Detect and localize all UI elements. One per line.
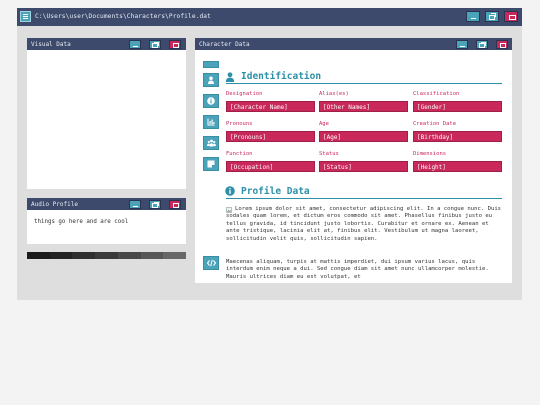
menu-icon[interactable] — [20, 11, 31, 22]
audio-profile-header: Audio Profile — [27, 198, 186, 210]
window-titlebar: C:\Users\user\Documents\Characters\Profi… — [17, 8, 522, 26]
maximize-button[interactable] — [485, 11, 499, 22]
sidebar-tab-code[interactable] — [203, 256, 219, 270]
window-title: C:\Users\user\Documents\Characters\Profi… — [35, 13, 211, 20]
field-label-alias: Alias(es) — [319, 91, 349, 97]
profile-data-divider — [226, 198, 502, 199]
audio-maximize-button[interactable] — [149, 200, 161, 209]
visual-data-title: Visual Data — [31, 40, 71, 48]
field-label-status: Status — [319, 151, 339, 157]
group-icon — [207, 139, 216, 147]
field-value-age[interactable]: [Age] — [319, 131, 408, 142]
field-value-dimensions[interactable]: [Height] — [413, 161, 502, 172]
field-value-function[interactable]: [Occupation] — [226, 161, 315, 172]
audio-minimize-button[interactable] — [129, 200, 141, 209]
visual-close-button[interactable] — [169, 40, 181, 49]
sticky-note-icon — [207, 160, 215, 168]
field-label-function: Function — [226, 151, 253, 157]
character-maximize-button[interactable] — [476, 40, 488, 49]
profile-paragraph-1-text: Lorem ipsum dolor sit amet, consectetur … — [226, 206, 502, 242]
color-swatch-strip — [27, 252, 187, 259]
profile-paragraph-2: Maecenas aliquam, turpis at mattis imper… — [226, 259, 489, 280]
close-button[interactable] — [504, 11, 518, 22]
character-close-button[interactable] — [496, 40, 508, 49]
field-value-classification[interactable]: [Gender] — [413, 101, 502, 112]
sidebar-tab-relations[interactable] — [203, 136, 219, 150]
color-swatch-4[interactable] — [95, 252, 118, 259]
visual-data-header: Visual Data — [27, 38, 186, 50]
person-icon — [208, 76, 214, 84]
character-data-title: Character Data — [199, 40, 250, 48]
field-label-designation: Designation — [226, 91, 263, 97]
identification-divider — [226, 83, 502, 84]
character-data-panel: Character Data Identification Designatio… — [195, 38, 512, 283]
field-label-dimensions: Dimensions — [413, 151, 447, 157]
visual-minimize-button[interactable] — [129, 40, 141, 49]
field-label-creation-date: Creation Date — [413, 121, 457, 127]
identification-person-icon — [225, 72, 235, 82]
audio-profile-title: Audio Profile — [31, 200, 78, 208]
field-value-pronouns[interactable]: [Pronouns] — [226, 131, 315, 142]
character-data-header: Character Data — [195, 38, 512, 50]
field-value-designation[interactable]: [Character Name] — [226, 101, 315, 112]
sidebar-tab-stats[interactable] — [203, 115, 219, 129]
audio-profile-text: things go here and are cool — [34, 219, 129, 225]
field-value-status[interactable]: [Status] — [319, 161, 408, 172]
field-value-creation-date[interactable]: [Birthday] — [413, 131, 502, 142]
visual-data-panel: Visual Data — [27, 38, 186, 189]
bar-chart-icon — [207, 118, 215, 126]
info-icon — [207, 97, 215, 105]
code-icon — [207, 259, 216, 267]
sidebar-tab-top[interactable] — [203, 61, 219, 68]
color-swatch-5[interactable] — [117, 252, 141, 259]
minimize-button[interactable] — [466, 11, 480, 22]
color-swatch-1[interactable] — [27, 252, 50, 259]
audio-close-button[interactable] — [169, 200, 181, 209]
color-swatch-2[interactable] — [49, 252, 73, 259]
identification-title: Identification — [241, 71, 322, 82]
audio-profile-panel: Audio Profile things go here and are coo… — [27, 198, 186, 244]
field-label-classification: Classification — [413, 91, 460, 97]
visual-maximize-button[interactable] — [149, 40, 161, 49]
profile-data-title: Profile Data — [241, 186, 310, 197]
broken-image-icon — [226, 207, 232, 213]
sidebar-tab-identity[interactable] — [203, 73, 219, 87]
color-swatch-7[interactable] — [163, 252, 187, 259]
sidebar-tab-info[interactable] — [203, 94, 219, 108]
color-swatch-3[interactable] — [72, 252, 96, 259]
field-label-age: Age — [319, 121, 329, 127]
sidebar-tab-notes[interactable] — [203, 157, 219, 171]
profile-info-icon — [225, 186, 235, 196]
character-minimize-button[interactable] — [456, 40, 468, 49]
profile-paragraph-1: Lorem ipsum dolor sit amet, consectetur … — [226, 206, 503, 243]
field-value-alias[interactable]: [Other Names] — [319, 101, 408, 112]
field-label-pronouns: Pronouns — [226, 121, 253, 127]
color-swatch-6[interactable] — [140, 252, 164, 259]
